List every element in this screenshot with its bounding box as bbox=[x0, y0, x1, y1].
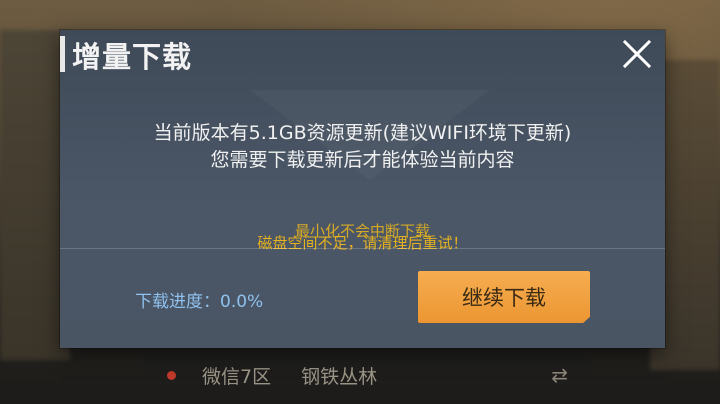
status-dot-icon bbox=[167, 370, 176, 380]
server-select-bar: 微信7区 钢铁丛林 ⇄ bbox=[143, 354, 590, 396]
close-icon bbox=[622, 39, 652, 69]
divider bbox=[60, 248, 665, 249]
download-progress-label: 下载进度：0.0% bbox=[135, 292, 264, 312]
dialog-title: 增量下载 bbox=[72, 40, 193, 74]
server-label: 微信7区 bbox=[202, 365, 272, 388]
close-button[interactable] bbox=[619, 36, 655, 72]
swap-arrows-icon: ⇄ bbox=[551, 363, 568, 387]
message-line-2: 您需要下载更新后才能体验当前内容 bbox=[210, 149, 515, 171]
update-message: 当前版本有5.1GB资源更新(建议WIFI环境下更新) 您需要下载更新后才能体验… bbox=[60, 120, 665, 174]
incremental-download-dialog: 增量下载 当前版本有5.1GB资源更新(建议WIFI环境下更新) 您需要下载更新… bbox=[60, 30, 665, 348]
message-line-1: 当前版本有5.1GB资源更新(建议WIFI环境下更新) bbox=[153, 122, 572, 144]
continue-download-button[interactable]: 继续下载 bbox=[418, 271, 590, 323]
title-accent-bar bbox=[60, 36, 65, 72]
disk-space-warning: 磁盘空间不足，请清理后重试！ bbox=[257, 234, 468, 252]
mode-label: 钢铁丛林 bbox=[301, 365, 378, 388]
